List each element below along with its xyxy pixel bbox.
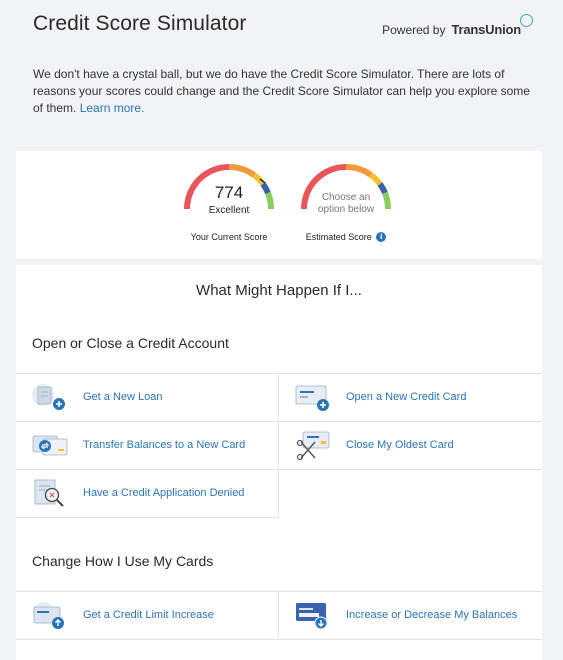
- section-heading-change-usage: Change How I Use My Cards: [32, 553, 214, 569]
- option-label: Increase or Decrease My Balances: [346, 609, 518, 621]
- gauge-arc-green: [382, 191, 392, 210]
- score-gauges-panel: 774 Excellent Your Current Score Choose …: [16, 151, 542, 259]
- gauge-arc-orange: [228, 163, 256, 178]
- what-might-happen-heading: What Might Happen If I...: [196, 282, 362, 299]
- current-score-gauge: 774 Excellent Your Current Score: [181, 161, 281, 251]
- option-increase-decrease-balances[interactable]: Increase or Decrease My Balances: [279, 591, 542, 639]
- option-label: Transfer Balances to a New Card: [83, 439, 246, 451]
- option-label: Have a Credit Application Denied: [83, 487, 245, 499]
- option-open-new-credit-card[interactable]: Open a New Credit Card: [279, 373, 542, 421]
- transunion-badge-icon: [520, 14, 533, 27]
- option-label: Get a Credit Limit Increase: [83, 609, 214, 621]
- option-label: Close My Oldest Card: [346, 439, 454, 451]
- current-score-label: Your Current Score: [190, 232, 268, 242]
- option-credit-application-denied[interactable]: Have a Credit Application Denied: [16, 469, 278, 517]
- gauge-arc-blue: [377, 182, 388, 195]
- page-title: Credit Score Simulator: [33, 12, 247, 35]
- section-heading-open-close: Open or Close a Credit Account: [32, 335, 229, 351]
- scissors-card-icon: [296, 431, 330, 460]
- current-score-value: 774: [214, 183, 244, 202]
- divider: [16, 517, 278, 518]
- powered-by: Powered by TransUnion: [382, 14, 533, 37]
- estimated-score-gauge: Choose an option below Estimated Score i: [298, 161, 398, 251]
- gauge-arc-yellow: [369, 172, 383, 186]
- loan-icon: [32, 384, 65, 410]
- learn-more-link[interactable]: Learn more.: [80, 101, 145, 115]
- divider: [16, 639, 542, 640]
- intro-text: We don't have a crystal ball, but we do …: [33, 66, 533, 117]
- option-label: Open a New Credit Card: [346, 391, 467, 403]
- transunion-brand: TransUnion: [451, 22, 521, 37]
- option-get-new-loan[interactable]: Get a New Loan: [16, 373, 278, 421]
- option-label: Get a New Loan: [83, 391, 163, 403]
- powered-by-label: Powered by: [382, 22, 446, 37]
- estimated-score-label: Estimated Score i: [288, 232, 404, 242]
- option-close-oldest-card[interactable]: Close My Oldest Card: [279, 421, 542, 469]
- header: Credit Score Simulator Powered by TransU…: [0, 0, 563, 150]
- estimated-score-placeholder: Choose an option below: [317, 192, 375, 215]
- balance-icon: [296, 603, 328, 630]
- option-credit-limit-increase[interactable]: Get a Credit Limit Increase: [16, 591, 278, 639]
- transfer-icon: [32, 435, 68, 456]
- info-icon[interactable]: i: [376, 232, 387, 242]
- denied-application-icon: [34, 479, 64, 507]
- limit-increase-icon: [33, 602, 64, 629]
- estimated-score-label-text: Estimated Score: [305, 232, 372, 242]
- transunion-logo: TransUnion: [451, 14, 533, 37]
- what-might-happen-panel: What Might Happen If I... Open or Close …: [16, 265, 542, 660]
- option-transfer-balances[interactable]: Transfer Balances to a New Card: [16, 421, 278, 469]
- current-score-rating: Excellent: [208, 205, 250, 216]
- new-card-icon: [295, 385, 329, 411]
- gauge-arc-orange: [345, 163, 373, 178]
